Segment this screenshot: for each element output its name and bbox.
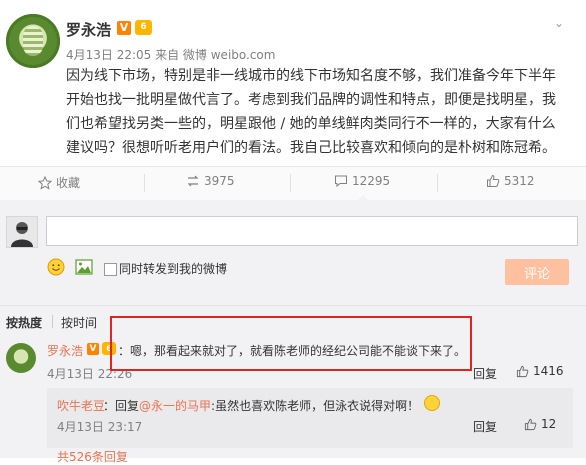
- comment-input[interactable]: [46, 216, 578, 246]
- vip-badge: 6: [135, 20, 152, 35]
- chevron-down-icon[interactable]: ⌄: [552, 16, 566, 30]
- divider: [0, 305, 586, 306]
- tab-sort-by-time[interactable]: 按时间: [61, 314, 97, 331]
- repost-checkbox-label: 同时转发到我的微博: [119, 262, 228, 276]
- image-icon[interactable]: [75, 258, 93, 276]
- star-icon: [38, 175, 52, 190]
- comment-like-count: 1416: [533, 364, 564, 378]
- verified-badge: V: [87, 343, 99, 355]
- divider: [52, 315, 53, 328]
- emoji-icon[interactable]: [47, 258, 65, 276]
- subreply-prefix: ：回复: [103, 399, 140, 413]
- mention-link[interactable]: @永一的马甲: [139, 399, 211, 413]
- divider: [290, 174, 291, 192]
- comment-like-button[interactable]: 1416: [516, 364, 564, 378]
- repost-checkbox[interactable]: [104, 263, 117, 276]
- highlight-annotation: [110, 316, 472, 371]
- thumbs-up-icon: [487, 174, 500, 187]
- divider: [437, 174, 438, 192]
- post-meta: 4月13日 22:05 来自 微博 weibo.com: [66, 48, 276, 62]
- comment-button[interactable]: 12295: [334, 174, 390, 188]
- author-name[interactable]: 罗永浩: [66, 19, 111, 40]
- post-line: 因为线下市场，特别是非一线城市的线下市场知名度不够，我们准备今年下半年: [66, 68, 556, 84]
- favorite-button[interactable]: 收藏: [38, 174, 80, 191]
- like-count: 5312: [504, 174, 535, 188]
- comment-author-avatar[interactable]: [6, 343, 36, 373]
- subreply-text: ：回复@永一的马甲:虽然也喜欢陈老师，但泳衣说得对啊！: [103, 397, 419, 414]
- reply-link[interactable]: 回复: [473, 365, 497, 382]
- verified-badge: V: [117, 21, 131, 35]
- subreply-time: 4月13日 23:17: [57, 420, 143, 434]
- favorite-label: 收藏: [56, 176, 81, 190]
- author-avatar[interactable]: [6, 14, 60, 68]
- current-user-avatar[interactable]: [6, 216, 38, 248]
- reply-link[interactable]: 回复: [473, 418, 497, 435]
- post-line: 建议吗？很想听听老用户们的看法。我自己比较喜欢和倾向的是朴树和陈冠希。: [66, 140, 556, 156]
- user-portrait-icon: [11, 222, 33, 247]
- tab-sort-by-heat[interactable]: 按热度: [6, 314, 42, 331]
- divider: [144, 174, 145, 192]
- more-replies-link[interactable]: 共526条回复: [57, 448, 128, 465]
- subreply-author[interactable]: 吹牛老豆: [57, 397, 105, 414]
- subreply-like-button[interactable]: 12: [524, 417, 556, 431]
- repost-icon: [187, 175, 199, 187]
- subreply-suffix: :虽然也喜欢陈老师，但泳衣说得对啊！: [211, 399, 420, 413]
- laughing-emoji-icon: [424, 395, 440, 411]
- post-line: 开始也找一批明星做代言了。考虑到我们品牌的调性和特点，即便是找明星，我: [66, 92, 556, 108]
- repost-count: 3975: [204, 174, 235, 188]
- post-text: 因为线下市场，特别是非一线城市的线下市场知名度不够，我们准备今年下半年 开始也找…: [66, 64, 566, 160]
- thumbs-up-icon: [524, 418, 537, 430]
- repost-button[interactable]: 3975: [186, 174, 235, 188]
- thumbs-up-icon: [516, 365, 529, 377]
- subreply-like-count: 12: [541, 417, 557, 431]
- submit-comment-button[interactable]: 评论: [505, 259, 569, 285]
- comment-author-name[interactable]: 罗永浩: [47, 342, 83, 359]
- post-line: 们也希望找另类一些的，明星跟他 / 她的单线鲜肉类同行不一样的，大家有什么: [66, 116, 556, 132]
- comment-icon: [335, 175, 347, 188]
- like-button[interactable]: 5312: [486, 174, 535, 188]
- comment-count: 12295: [352, 174, 391, 188]
